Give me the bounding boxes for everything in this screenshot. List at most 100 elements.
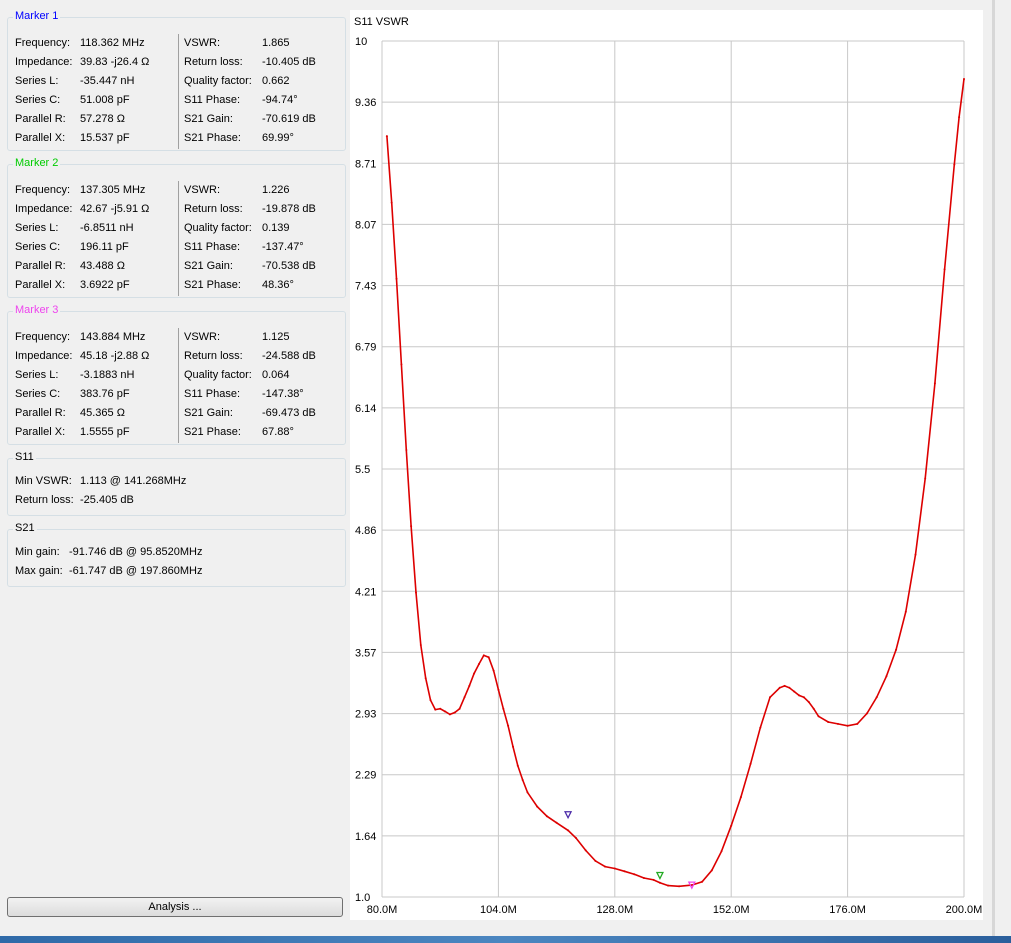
marker-field-label: S21 Gain:	[184, 407, 233, 419]
marker-field-row: Return loss: -19.878 dB	[184, 200, 334, 219]
y-tick-label: 2.29	[355, 770, 376, 782]
y-tick-label: 9.36	[355, 97, 376, 109]
marker-field-row: VSWR: 1.125	[184, 328, 334, 347]
marker-field-row: Parallel X: 3.6922 pF	[15, 276, 178, 295]
marker-field-row: Frequency: 137.305 MHz	[15, 181, 178, 200]
marker-field-label: Quality factor:	[184, 369, 252, 381]
vswr-data-point	[720, 850, 723, 853]
vswr-data-point	[439, 707, 442, 710]
marker-field-value: -70.538 dB	[262, 260, 316, 272]
marker-field-value: -147.38°	[262, 388, 304, 400]
marker-field-row: Impedance: 39.83 -j26.4 Ω	[15, 53, 178, 72]
taskbar-strip	[0, 936, 1011, 943]
marker-column-separator	[178, 34, 179, 149]
vswr-data-point	[492, 669, 495, 672]
marker-field-label: Return loss:	[184, 350, 243, 362]
marker-field-label: Frequency:	[15, 37, 71, 49]
marker-field-value: -3.1883 nH	[80, 369, 135, 381]
vswr-data-point	[817, 715, 820, 718]
vswr-data-point	[885, 675, 888, 678]
vswr-data-point	[730, 824, 733, 827]
vswr-data-point	[652, 878, 655, 881]
vswr-data-point	[846, 724, 849, 727]
marker-field-label: Parallel X:	[15, 132, 66, 144]
marker-field-label: VSWR:	[184, 37, 221, 49]
vswr-data-point	[924, 477, 927, 480]
marker-1-left-column: Frequency: 118.362 MHz Impedance: 39.83 -j2…	[15, 34, 178, 148]
vswr-data-point	[584, 849, 587, 852]
marker-field-value: -70.619 dB	[262, 113, 316, 125]
marker-field-value: 15.537 pF	[80, 132, 130, 144]
marker-field-value: 1.865	[262, 37, 290, 49]
marker-field-label: S21 Phase:	[184, 426, 241, 438]
marker-field-value: 45.18 -j2.88 Ω	[80, 350, 150, 362]
vswr-data-point	[512, 745, 514, 748]
marker-field-value: 0.662	[262, 75, 290, 87]
vswr-data-point	[793, 690, 796, 693]
marker-field-row: Return loss: -24.588 dB	[184, 347, 334, 366]
marker-field-value: -137.47°	[262, 241, 304, 253]
y-tick-label: 6.79	[355, 342, 376, 354]
marker-field-label: S11 Phase:	[184, 388, 241, 400]
marker-field-label: Frequency:	[15, 331, 71, 343]
vswr-data-point	[633, 873, 636, 876]
marker-field-row: Series L: -6.8511 nH	[15, 219, 178, 238]
vswr-data-point	[678, 885, 681, 888]
marker-field-value: 39.83 -j26.4 Ω	[80, 56, 150, 68]
marker-field-row: S21 Gain: -69.473 dB	[184, 404, 334, 423]
marker-field-value: 1.5555 pF	[80, 426, 130, 438]
marker-field-row: Frequency: 118.362 MHz	[15, 34, 178, 53]
marker-2-title: Marker 2	[13, 157, 61, 169]
marker-field-value: 137.305 MHz	[80, 184, 146, 196]
vswr-data-point	[448, 713, 451, 716]
marker-field-label: Quality factor:	[184, 222, 252, 234]
marker-field-row: Series L: -35.447 nH	[15, 72, 178, 91]
marker-column-separator	[178, 328, 179, 443]
marker-field-row: Parallel R: 57.278 Ω	[15, 110, 178, 129]
vswr-data-point	[521, 779, 524, 781]
marker-field-row: S21 Gain: -70.538 dB	[184, 257, 334, 276]
vswr-data-point	[536, 805, 539, 808]
max-gain-value: -61.747 dB @ 197.860MHz	[69, 565, 203, 577]
marker-field-value: 196.11 pF	[80, 241, 129, 253]
marker-field-label: S21 Gain:	[184, 260, 233, 272]
max-gain-row: Max gain: -61.747 dB @ 197.860MHz	[15, 562, 335, 581]
y-tick-label: 4.21	[355, 586, 376, 598]
marker-2-left-column: Frequency: 137.305 MHz Impedance: 42.67 -j5…	[15, 181, 178, 295]
marker-field-value: -19.878 dB	[262, 203, 316, 215]
x-tick-label: 80.0M	[367, 904, 398, 916]
vswr-data-point	[667, 884, 670, 887]
marker-field-value: -24.588 dB	[262, 350, 316, 362]
vswr-data-point	[812, 707, 815, 710]
vswr-data-point	[555, 821, 558, 824]
marker-column-separator	[178, 181, 179, 296]
vswr-data-point	[473, 672, 476, 675]
vswr-data-point	[516, 764, 519, 767]
window-right-border	[992, 0, 995, 943]
marker-field-row: Return loss: -10.405 dB	[184, 53, 334, 72]
vswr-data-point	[759, 726, 762, 729]
y-tick-label: 7.43	[355, 281, 376, 293]
y-tick-label: 8.07	[355, 219, 376, 231]
y-tick-label: 1.64	[355, 831, 376, 843]
marker-field-value: -6.8511 nH	[80, 222, 134, 234]
marker-field-value: -10.405 dB	[262, 56, 316, 68]
marker-field-row: Impedance: 42.67 -j5.91 Ω	[15, 200, 178, 219]
analysis-button[interactable]: Analysis ...	[7, 897, 343, 917]
marker-field-value: 48.36°	[262, 279, 294, 291]
vswr-data-point	[390, 201, 393, 204]
vswr-data-point	[613, 867, 616, 870]
marker-field-row: Series L: -3.1883 nH	[15, 366, 178, 385]
marker-field-label: S11 Phase:	[184, 94, 241, 106]
vswr-data-point	[943, 268, 946, 271]
marker-field-row: Frequency: 143.884 MHz	[15, 328, 178, 347]
marker-field-value: 0.139	[262, 222, 290, 234]
vswr-data-point	[594, 859, 597, 862]
marker-field-label: S11 Phase:	[184, 241, 241, 253]
vswr-data-point	[802, 696, 805, 699]
s11-return-loss-value: -25.405 dB	[80, 494, 134, 506]
vswr-data-point	[875, 696, 878, 699]
marker-field-label: VSWR:	[184, 184, 221, 196]
marker-field-value: 57.278 Ω	[80, 113, 125, 125]
marker-3-right-column: VSWR: 1.125 Return loss: -24.588 dB Quality …	[184, 328, 334, 442]
